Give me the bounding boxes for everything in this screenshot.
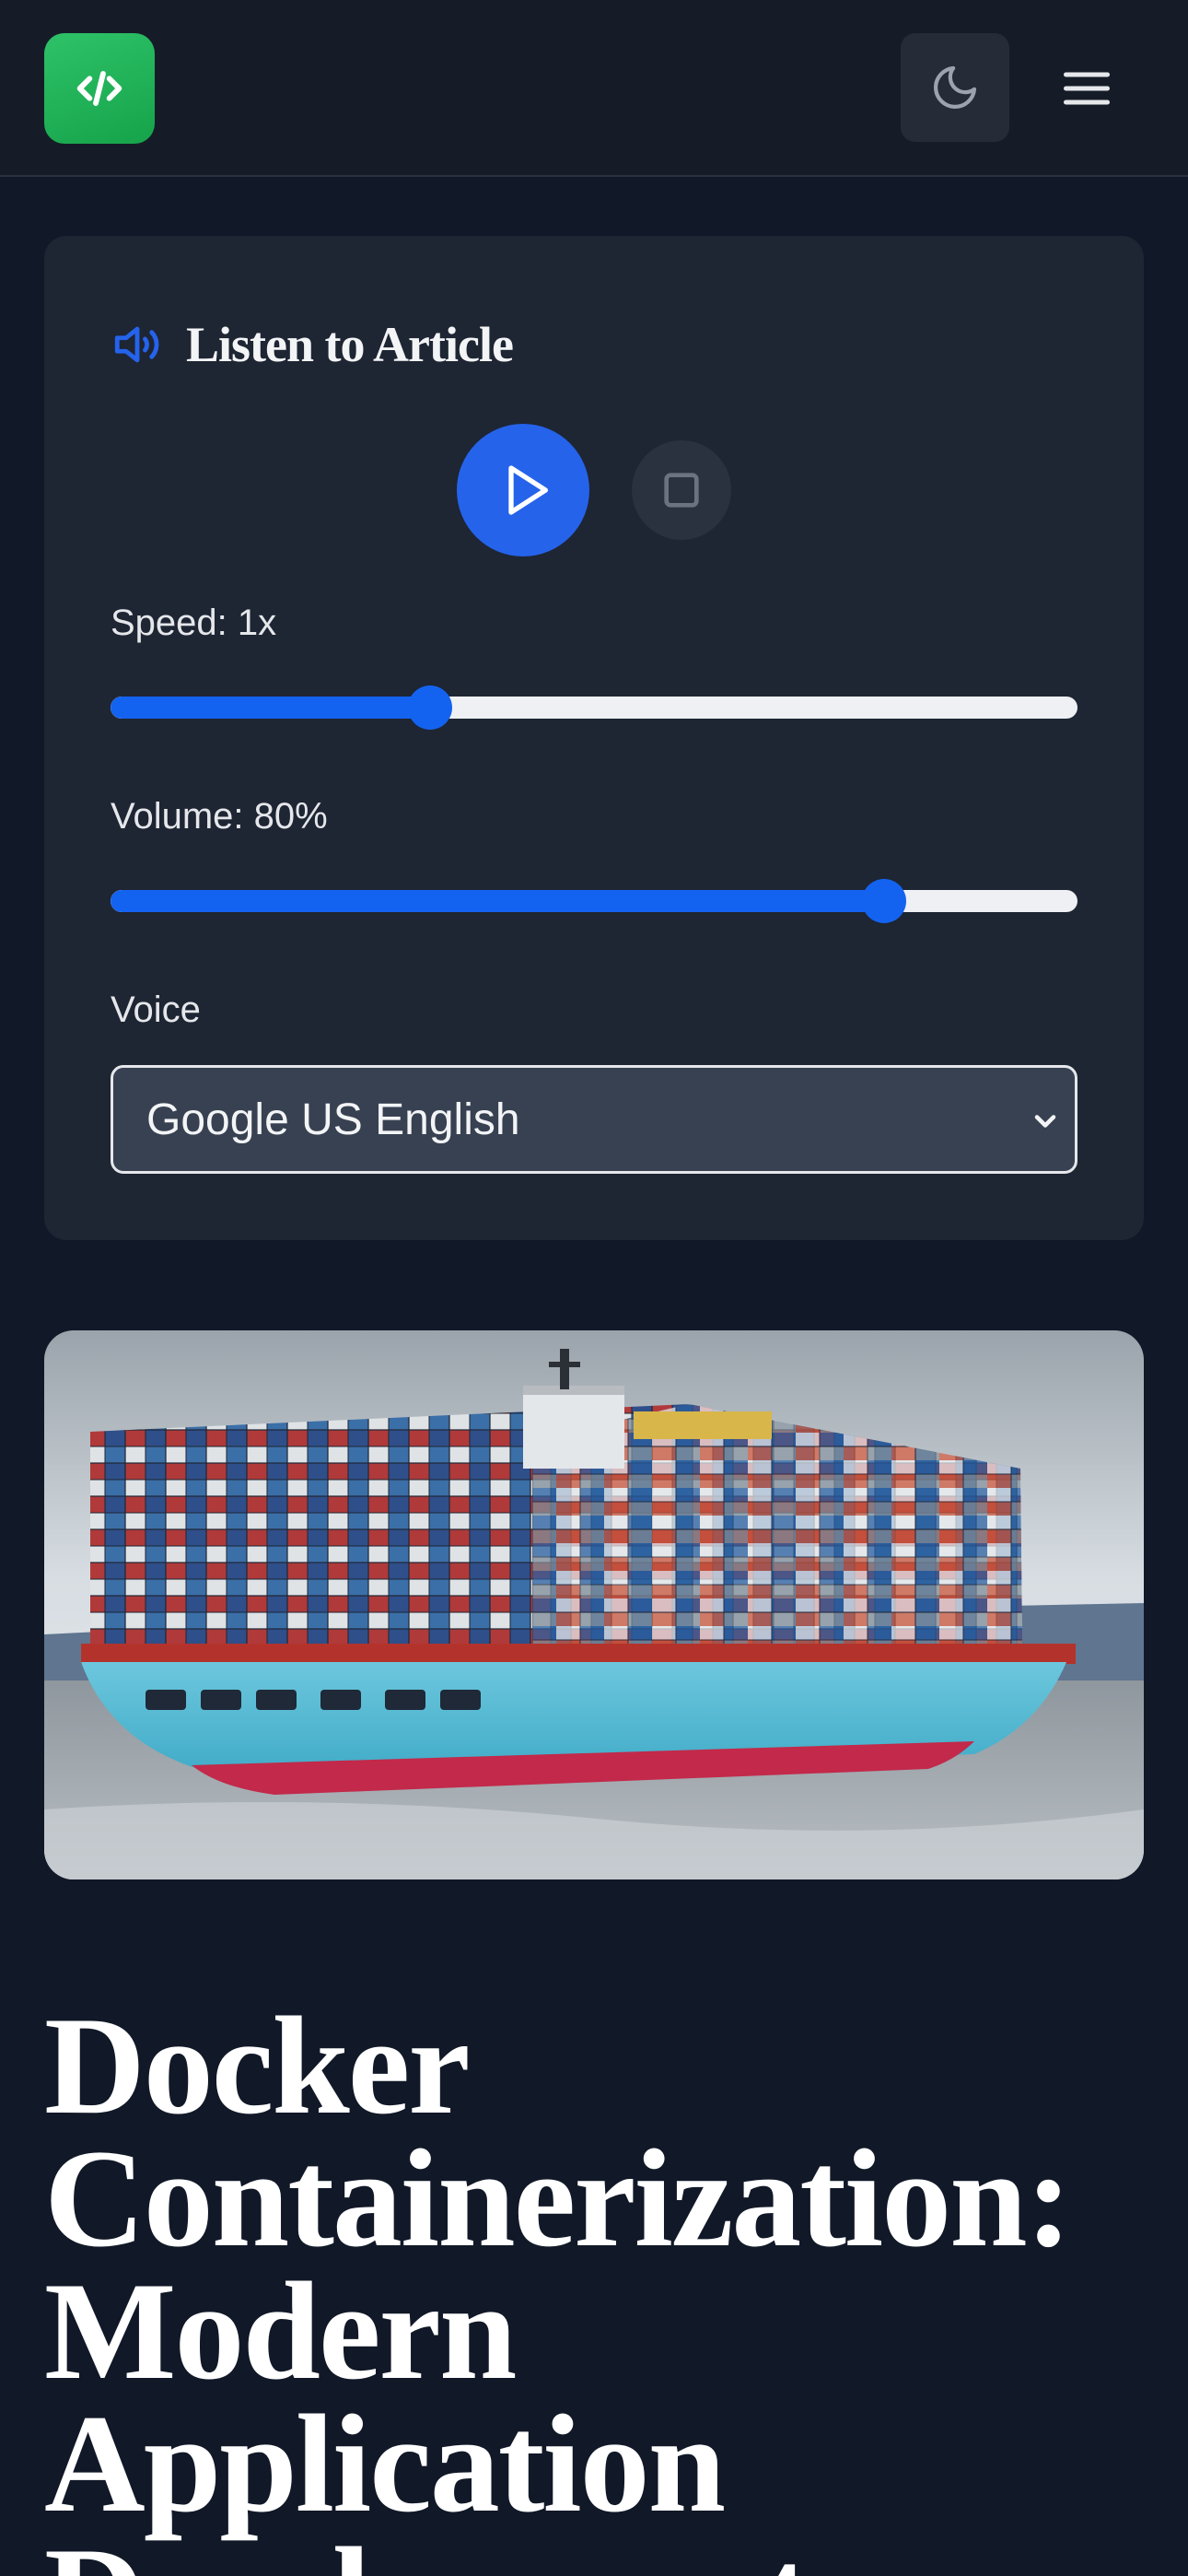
volume-slider-fill	[111, 890, 884, 912]
menu-button[interactable]	[1054, 55, 1120, 122]
hero-image	[44, 1330, 1144, 1879]
volume-label: Volume: 80%	[111, 796, 328, 837]
audio-card-title: Listen to Article	[186, 317, 514, 372]
audio-card-header: Listen to Article	[111, 310, 514, 380]
article-title: Docker Containerization: Modern Applicat…	[44, 1999, 1072, 2576]
play-button[interactable]	[457, 424, 589, 556]
moon-icon	[934, 65, 977, 109]
site-logo[interactable]	[44, 33, 155, 144]
play-icon	[508, 465, 548, 515]
hamburger-menu-icon	[1064, 72, 1110, 105]
voice-select-value: Google US English	[146, 1095, 520, 1144]
chevron-down-icon	[1034, 1115, 1056, 1128]
volume-slider-thumb[interactable]	[862, 879, 906, 923]
volume-slider[interactable]	[111, 879, 1077, 923]
stop-button[interactable]	[632, 440, 731, 540]
volume-slider-track	[111, 890, 1077, 912]
speed-slider[interactable]	[111, 685, 1077, 730]
listen-to-article-card: Listen to Article Speed: 1x Volume: 80% …	[44, 236, 1144, 1240]
speed-label: Speed: 1x	[111, 603, 277, 643]
code-icon	[76, 71, 122, 106]
voice-select[interactable]: Google US English	[111, 1065, 1077, 1174]
speed-slider-track	[111, 697, 1077, 719]
site-header	[0, 0, 1188, 177]
speaker-icon	[114, 326, 159, 363]
stop-icon	[664, 473, 699, 508]
theme-toggle-button[interactable]	[901, 33, 1009, 142]
speed-slider-thumb[interactable]	[407, 685, 452, 730]
voice-label: Voice	[111, 989, 201, 1030]
speed-slider-fill	[111, 697, 430, 719]
